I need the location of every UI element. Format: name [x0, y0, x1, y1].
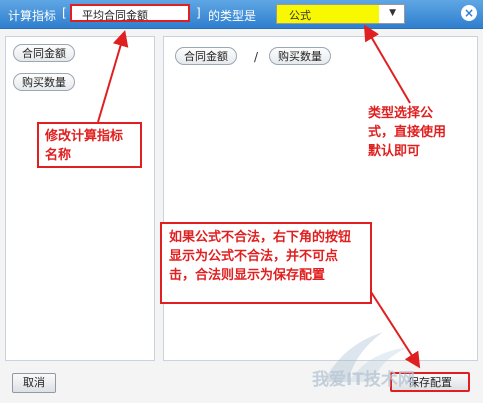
- rename-arrow: [97, 30, 129, 123]
- type-arrow: [363, 24, 411, 104]
- save-arrow: [370, 291, 421, 369]
- annotation-arrows: [97, 24, 421, 369]
